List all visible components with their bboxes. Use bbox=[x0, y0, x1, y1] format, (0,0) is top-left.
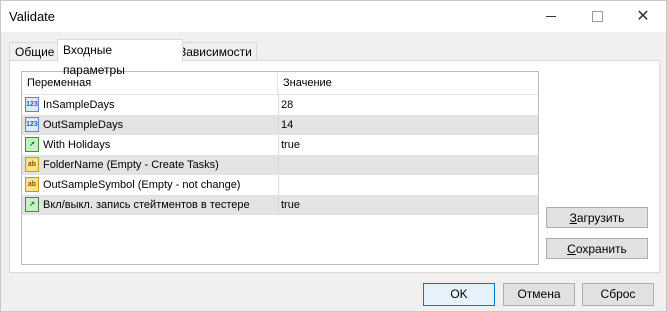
param-value[interactable] bbox=[281, 175, 531, 195]
param-value[interactable]: true bbox=[281, 135, 531, 155]
minimize-icon bbox=[546, 16, 556, 17]
param-name: Вкл/выкл. запись стейтментов в тестере bbox=[43, 199, 250, 211]
minimize-button[interactable] bbox=[528, 1, 574, 32]
close-button[interactable]: ✕ bbox=[620, 1, 666, 32]
bool-icon: ↗ bbox=[25, 197, 39, 212]
load-button-mnemonic: З bbox=[569, 211, 577, 225]
maximize-button[interactable] bbox=[574, 1, 620, 32]
tab-dependencies[interactable]: Зависимости bbox=[173, 42, 257, 61]
number-icon: 123 bbox=[25, 117, 39, 132]
table-row[interactable]: ab OutSampleSymbol (Empty - not change) bbox=[22, 175, 538, 195]
column-divider bbox=[278, 95, 279, 115]
load-button-label: агрузить bbox=[576, 211, 625, 225]
number-icon: 123 bbox=[25, 97, 39, 112]
table-row[interactable]: 123 OutSampleDays 14 bbox=[22, 115, 538, 135]
column-header-variable[interactable]: Переменная bbox=[22, 72, 278, 94]
column-divider bbox=[278, 175, 279, 195]
column-divider bbox=[278, 155, 279, 175]
param-name: InSampleDays bbox=[43, 99, 115, 111]
parameters-grid[interactable]: Переменная Значение 123 InSampleDays 28 … bbox=[21, 71, 539, 265]
save-button-label: охранить bbox=[575, 242, 627, 256]
tab-general[interactable]: Общие bbox=[9, 42, 59, 61]
table-row[interactable]: ↗ Вкл/выкл. запись стейтментов в тестере… bbox=[22, 195, 538, 215]
title-bar: Validate ✕ bbox=[1, 1, 666, 32]
param-value[interactable]: 14 bbox=[281, 115, 531, 135]
column-header-value[interactable]: Значение bbox=[278, 72, 533, 94]
save-button[interactable]: Сохранить bbox=[546, 238, 648, 259]
table-row[interactable]: ↗ With Holidays true bbox=[22, 135, 538, 155]
table-row[interactable]: 123 InSampleDays 28 bbox=[22, 95, 538, 115]
param-name: OutSampleSymbol (Empty - not change) bbox=[43, 179, 241, 191]
string-icon: ab bbox=[25, 177, 39, 192]
load-button[interactable]: Загрузить bbox=[546, 207, 648, 228]
maximize-icon bbox=[591, 11, 603, 22]
tab-inputs[interactable]: Входные параметры bbox=[57, 39, 183, 77]
close-icon: ✕ bbox=[636, 7, 650, 25]
bool-icon: ↗ bbox=[25, 137, 39, 152]
param-name: OutSampleDays bbox=[43, 119, 124, 131]
param-value[interactable] bbox=[281, 155, 531, 175]
table-row[interactable]: ab FolderName (Empty - Create Tasks) bbox=[22, 155, 538, 175]
save-button-mnemonic: С bbox=[567, 242, 576, 256]
column-divider bbox=[278, 135, 279, 155]
tab-panel: Переменная Значение 123 InSampleDays 28 … bbox=[9, 60, 660, 273]
column-divider bbox=[278, 195, 279, 215]
param-value[interactable]: true bbox=[281, 195, 531, 215]
reset-button[interactable]: Сброс bbox=[582, 283, 654, 306]
column-divider bbox=[278, 115, 279, 135]
param-name: FolderName (Empty - Create Tasks) bbox=[43, 159, 219, 171]
window-title: Validate bbox=[9, 9, 56, 24]
param-value[interactable]: 28 bbox=[281, 95, 531, 115]
string-icon: ab bbox=[25, 157, 39, 172]
cancel-button[interactable]: Отмена bbox=[503, 283, 575, 306]
param-name: With Holidays bbox=[43, 139, 111, 151]
dialog-window: Validate ✕ Общие Входные параметры Завис… bbox=[0, 0, 667, 312]
ok-button[interactable]: OK bbox=[423, 283, 495, 306]
